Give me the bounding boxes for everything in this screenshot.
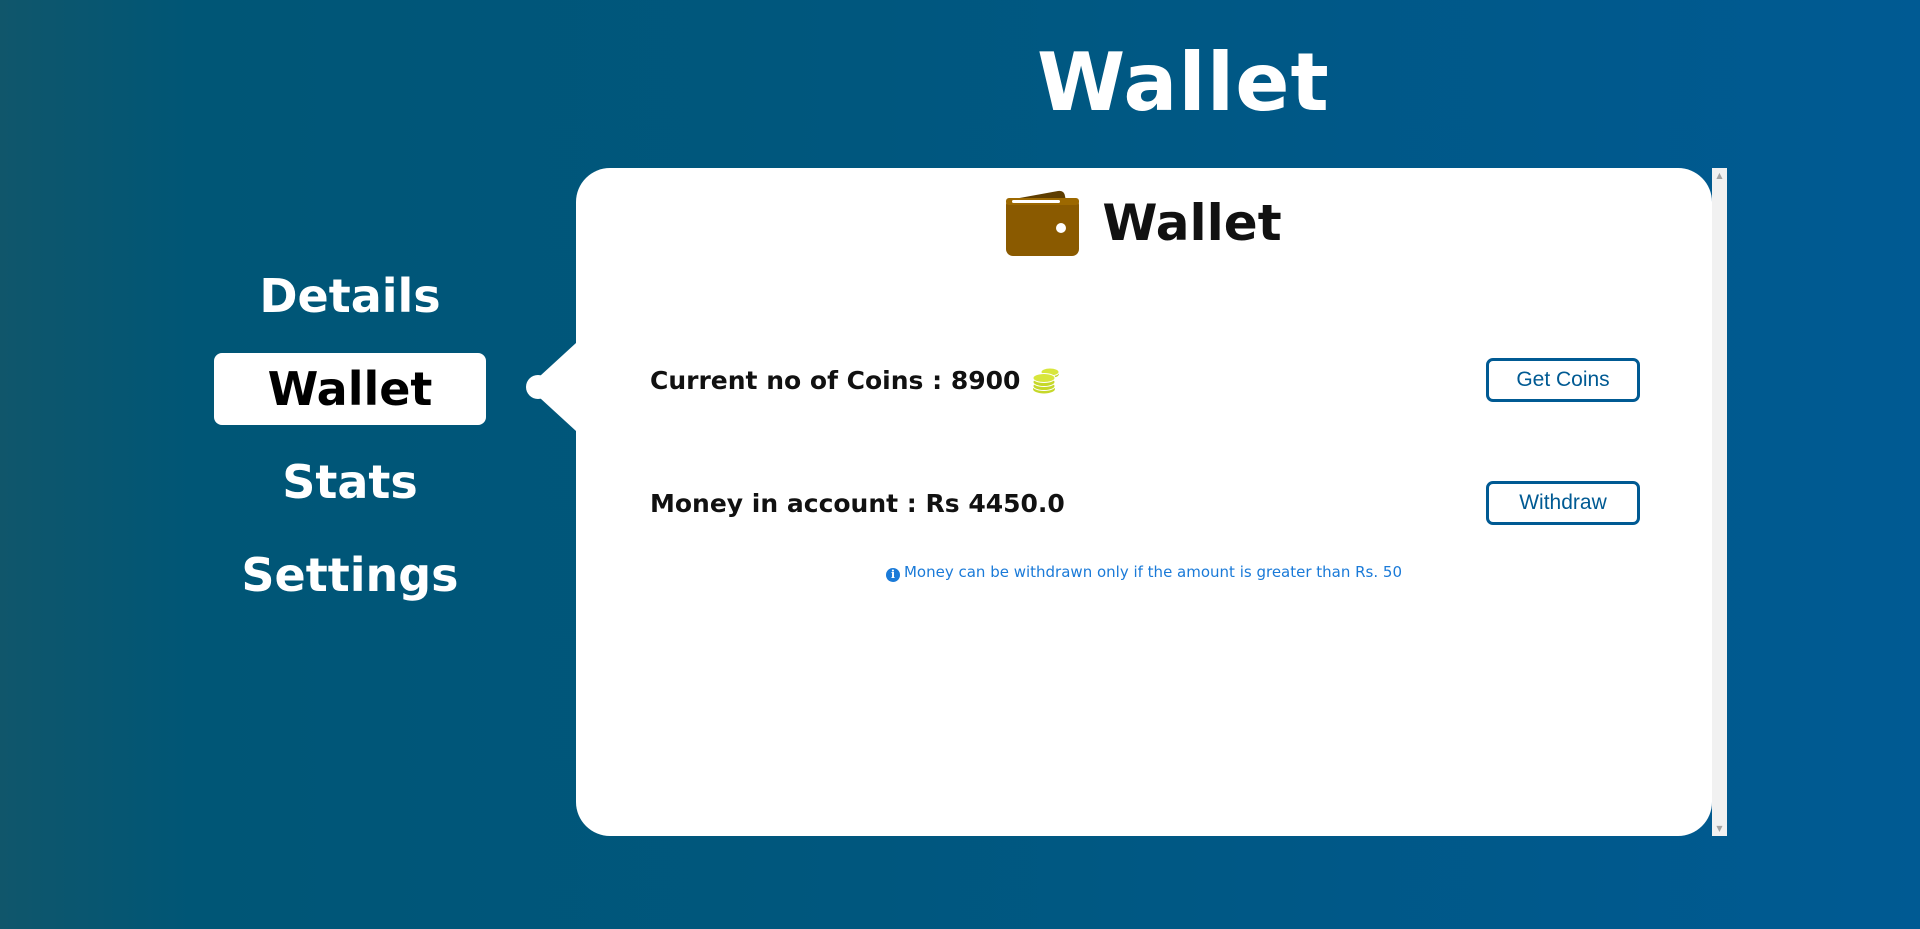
coins-icon [1030,364,1060,394]
wallet-icon [1006,189,1080,257]
withdraw-button[interactable]: Withdraw [1486,481,1640,525]
withdraw-info-note: i Money can be withdrawn only if the amou… [576,562,1712,582]
sidebar-item-settings[interactable]: Settings [214,539,486,611]
panel-title: Wallet [1102,194,1282,252]
panel-scrollbar[interactable]: ▲ ▼ [1712,168,1727,836]
wallet-panel: Wallet Current no of Coins : 8900 Get Co… [576,168,1712,836]
info-note-text: Money can be withdrawn only if the amoun… [903,563,1402,581]
page-title: Wallet [1037,36,1330,129]
get-coins-button[interactable]: Get Coins [1486,358,1640,402]
money-label: Money in account : Rs 4450.0 [650,489,1065,518]
sidebar-item-wallet[interactable]: Wallet [214,353,486,425]
sidebar-nav: Details Wallet Stats Settings [214,260,486,632]
sidebar-item-stats[interactable]: Stats [214,446,486,518]
panel-pointer-tip [526,375,550,399]
sidebar-item-details[interactable]: Details [214,260,486,332]
money-row: Money in account : Rs 4450.0 Withdraw [650,481,1640,527]
coins-row: Current no of Coins : 8900 Get Coins [650,358,1640,404]
info-icon: i [885,568,900,582]
scroll-down-icon[interactable]: ▼ [1712,821,1727,836]
panel-header: Wallet [576,188,1712,258]
coins-label: Current no of Coins : 8900 [650,366,1021,395]
scroll-up-icon[interactable]: ▲ [1712,168,1727,183]
